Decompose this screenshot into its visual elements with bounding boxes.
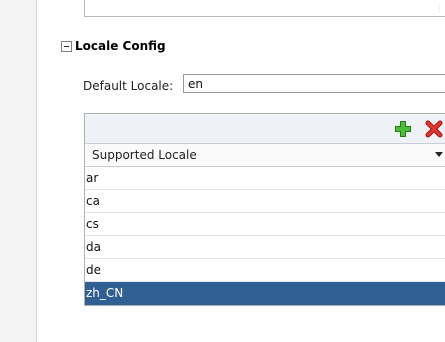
- section-title: Locale Config: [75, 39, 166, 53]
- table-row[interactable]: cs: [85, 213, 445, 236]
- default-locale-input[interactable]: [183, 74, 445, 93]
- delete-button[interactable]: [425, 120, 443, 138]
- previous-field-box: ⋮: [84, 0, 445, 17]
- add-button[interactable]: [394, 120, 412, 138]
- left-gutter: [0, 0, 37, 342]
- table-row[interactable]: ar: [85, 167, 445, 190]
- supported-locale-table: Supported Locale ar ca cs da de zh_CN: [84, 113, 445, 306]
- table-row[interactable]: de: [85, 259, 445, 282]
- previous-field-scrollbar: ⋮: [435, 4, 444, 14]
- table-row[interactable]: ca: [85, 190, 445, 213]
- table-row-selected[interactable]: zh_CN: [85, 282, 445, 305]
- collapse-icon[interactable]: [61, 40, 72, 52]
- section-header: Locale Config: [61, 38, 166, 54]
- column-header-label: Supported Locale: [92, 148, 197, 162]
- default-locale-label: Default Locale:: [83, 79, 174, 93]
- column-header[interactable]: Supported Locale: [85, 144, 445, 167]
- table-toolbar: [85, 114, 445, 144]
- delete-icon: [425, 120, 443, 138]
- table-row[interactable]: da: [85, 236, 445, 259]
- sort-arrow-icon[interactable]: [435, 152, 443, 157]
- add-icon: [395, 121, 411, 137]
